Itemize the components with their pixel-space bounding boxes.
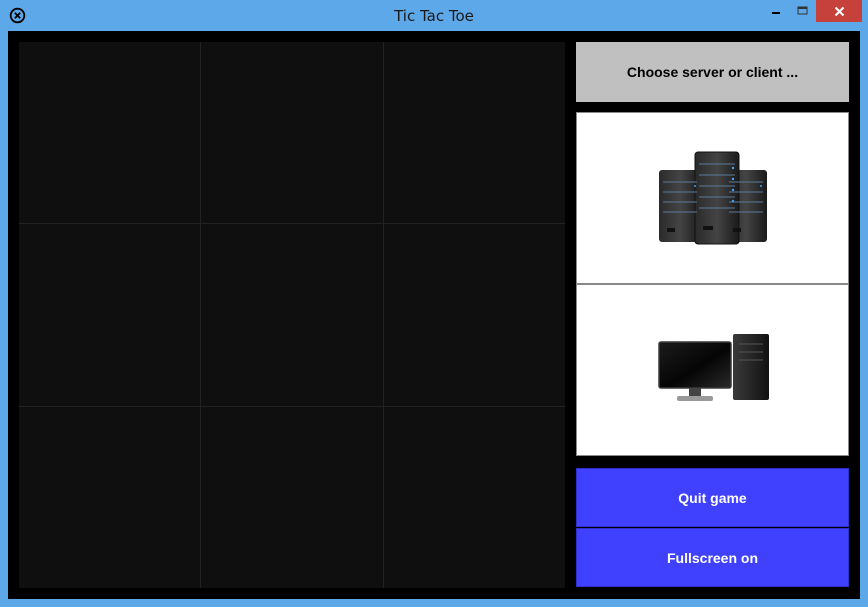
client-option-button[interactable] xyxy=(576,284,849,456)
board-cell-1-3[interactable] xyxy=(383,42,565,224)
game-area: Choose server or client ... Quit game Fu… xyxy=(8,31,860,599)
close-icon xyxy=(834,6,844,16)
desktop-computer-icon xyxy=(657,334,769,401)
maximize-button[interactable] xyxy=(788,0,816,22)
board-cell-3-1[interactable] xyxy=(19,406,201,588)
close-button[interactable] xyxy=(816,0,862,22)
board-cell-3-3[interactable] xyxy=(383,406,565,588)
tic-tac-toe-board xyxy=(19,42,565,588)
board-cell-1-2[interactable] xyxy=(201,42,383,224)
window-title: Tic Tac Toe xyxy=(394,7,474,25)
fullscreen-toggle-button[interactable]: Fullscreen on xyxy=(576,528,849,587)
server-rack-icon xyxy=(658,151,767,245)
board-cell-2-3[interactable] xyxy=(383,224,565,406)
title-bar: Tic Tac Toe xyxy=(0,0,868,31)
board-cell-2-1[interactable] xyxy=(19,224,201,406)
status-label: Choose server or client ... xyxy=(576,42,849,102)
quit-game-button[interactable]: Quit game xyxy=(576,468,849,527)
server-option-button[interactable] xyxy=(576,112,849,284)
minimize-icon xyxy=(772,12,780,14)
board-cell-3-2[interactable] xyxy=(201,406,383,588)
board-cell-1-1[interactable] xyxy=(19,42,201,224)
maximize-icon xyxy=(797,6,807,15)
minimize-button[interactable] xyxy=(762,0,790,22)
board-cell-2-2[interactable] xyxy=(201,224,383,406)
